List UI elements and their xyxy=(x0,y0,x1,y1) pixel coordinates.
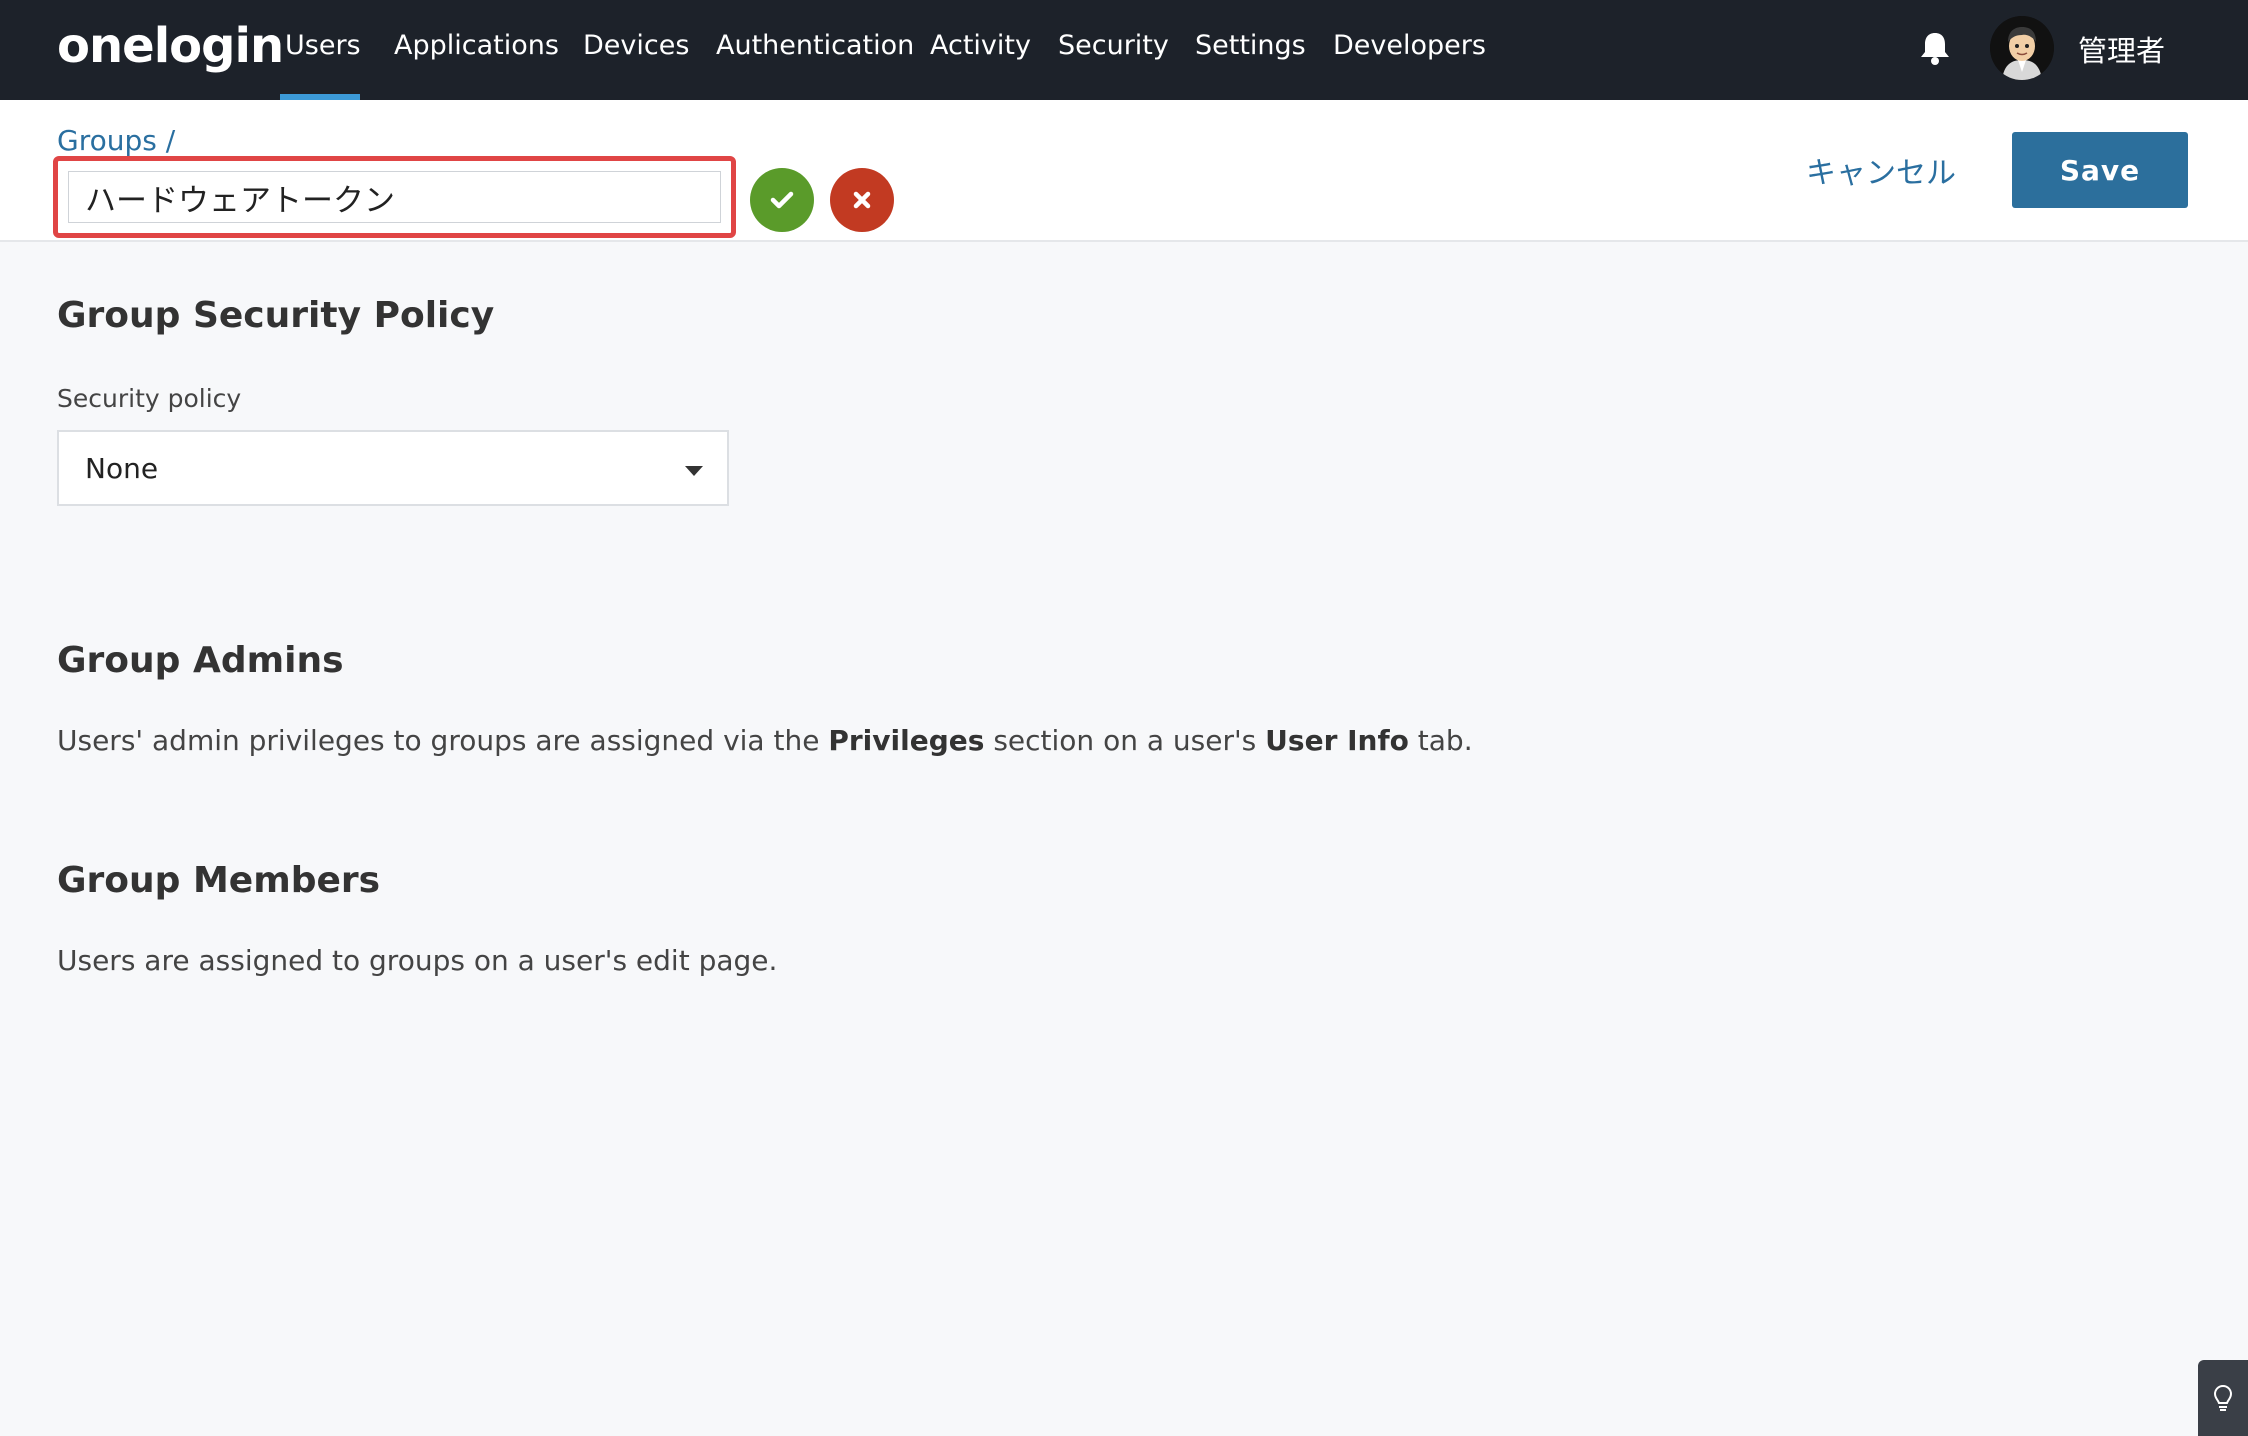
group-members-description: Users are assigned to groups on a user's… xyxy=(57,944,778,977)
onelogin-logo[interactable]: onelogin xyxy=(57,18,284,74)
save-button[interactable]: Save xyxy=(2012,132,2188,208)
security-policy-heading: Group Security Policy xyxy=(57,295,495,336)
group-admins-description: Users' admin privileges to groups are as… xyxy=(57,724,1473,757)
nav-item-devices[interactable]: Devices xyxy=(583,30,689,61)
nav-item-authentication[interactable]: Authentication xyxy=(716,30,914,61)
security-policy-label: Security policy xyxy=(57,384,242,413)
user-menu-name[interactable]: 管理者 xyxy=(2078,28,2165,70)
check-icon xyxy=(770,191,794,209)
nav-item-settings[interactable]: Settings xyxy=(1195,30,1306,61)
lightbulb-icon xyxy=(2213,1384,2233,1411)
group-name-highlight xyxy=(53,156,736,238)
group-admins-text-1: Users' admin privileges to groups are as… xyxy=(57,724,829,757)
chevron-down-icon xyxy=(685,466,703,476)
cancel-button[interactable]: キャンセル xyxy=(1806,148,1956,192)
user-info-emphasis: User Info xyxy=(1265,724,1409,757)
avatar[interactable] xyxy=(1990,16,2054,80)
discard-name-button[interactable] xyxy=(830,168,894,232)
confirm-name-button[interactable] xyxy=(750,168,814,232)
nav-item-activity[interactable]: Activity xyxy=(930,30,1031,61)
group-admins-heading: Group Admins xyxy=(57,640,344,681)
security-policy-selected-value: None xyxy=(85,452,159,485)
nav-item-applications[interactable]: Applications xyxy=(394,30,559,61)
top-nav-bar: onelogin Users Applications Devices Auth… xyxy=(0,0,2248,100)
close-icon xyxy=(853,191,871,209)
group-admins-text-3: tab. xyxy=(1408,724,1473,757)
privileges-emphasis: Privileges xyxy=(828,724,985,757)
breadcrumb[interactable]: Groups / xyxy=(57,124,175,157)
group-admins-text-2: section on a user's xyxy=(984,724,1266,757)
nav-item-developers[interactable]: Developers xyxy=(1333,30,1486,61)
security-policy-select[interactable]: None xyxy=(57,430,729,506)
nav-item-users[interactable]: Users xyxy=(285,30,361,61)
nav-item-security[interactable]: Security xyxy=(1058,30,1169,61)
bell-icon[interactable] xyxy=(1918,30,1952,66)
group-name-input[interactable] xyxy=(68,171,721,223)
help-tab[interactable] xyxy=(2198,1360,2248,1436)
group-members-heading: Group Members xyxy=(57,860,381,901)
